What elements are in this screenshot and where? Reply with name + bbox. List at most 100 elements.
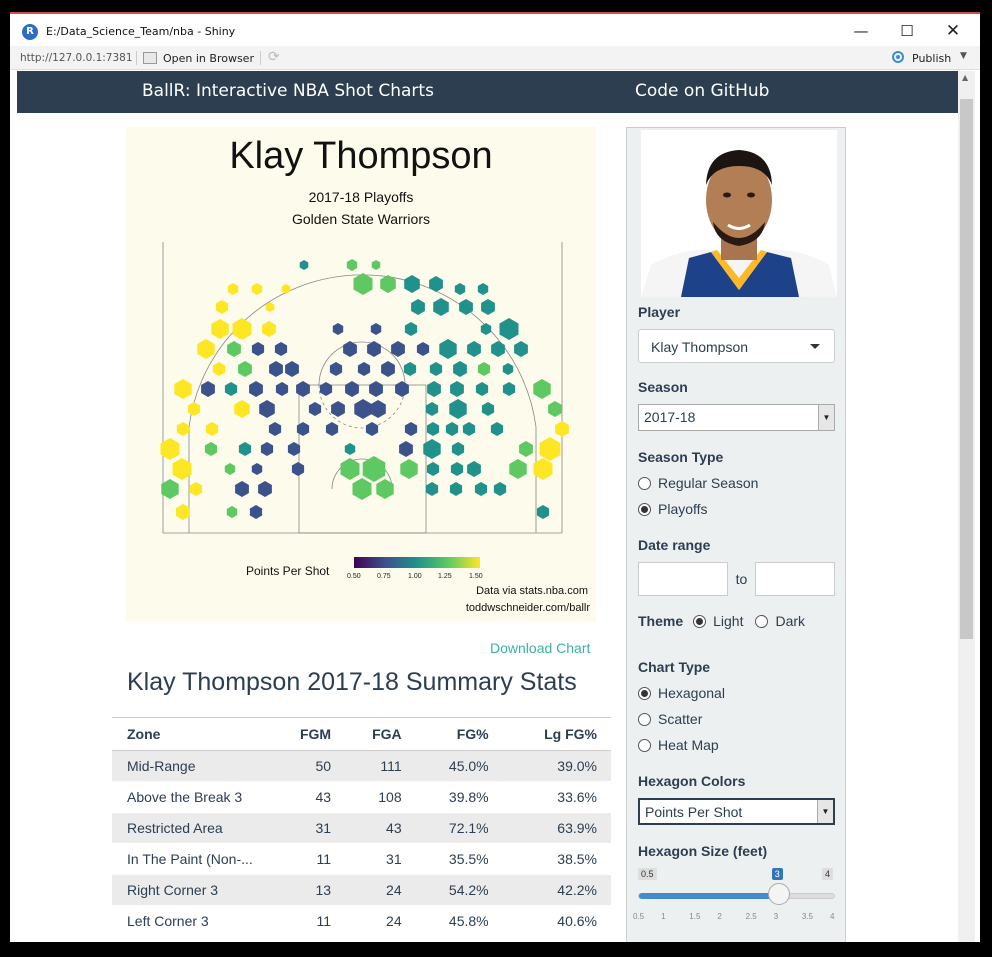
close-button[interactable]: ✕	[936, 20, 970, 42]
shot-hexagon	[477, 283, 489, 295]
download-chart-link[interactable]: Download Chart	[490, 640, 590, 656]
slider-tick-label: 1.5	[689, 912, 701, 921]
navbar-brand[interactable]: BallR: Interactive NBA Shot Charts	[142, 81, 434, 101]
shot-hexagon	[425, 402, 439, 416]
shot-hexagon	[369, 381, 383, 397]
shot-hexagon	[176, 504, 190, 520]
slider-max-label: 4	[822, 868, 834, 880]
table-cell: 33.6%	[502, 781, 611, 813]
table-cell: 39.8%	[415, 781, 503, 813]
table-cell: 72.1%	[415, 812, 503, 844]
shot-hexagon	[474, 482, 488, 496]
shot-hexagon	[450, 462, 464, 476]
shot-hexagon	[362, 456, 386, 482]
chart-type-scatter[interactable]: Scatter	[638, 711, 702, 727]
radio-button[interactable]	[638, 713, 651, 726]
table-cell: 38.5%	[502, 843, 611, 875]
option-label: Heat Map	[658, 737, 719, 753]
shot-hexagon	[477, 362, 491, 376]
open-browser-icon[interactable]	[143, 52, 157, 64]
shot-hexagon	[331, 401, 345, 417]
shot-hexagon	[268, 422, 282, 436]
table-cell: 45.8%	[415, 905, 503, 937]
vertical-scrollbar[interactable]: ▲	[958, 71, 975, 942]
chart-type-heatmap[interactable]: Heat Map	[638, 737, 719, 753]
shot-hexagon	[296, 381, 310, 397]
player-select[interactable]: Klay Thompson	[638, 329, 835, 363]
publish-button[interactable]: Publish	[912, 52, 951, 65]
date-start-input[interactable]	[638, 562, 728, 596]
radio-button-selected[interactable]	[638, 687, 651, 700]
table-cell: 43	[272, 781, 346, 813]
chart-subtitle: 2017-18 Playoffs	[308, 189, 414, 205]
shot-hexagon	[238, 442, 252, 456]
radio-button-selected[interactable]	[638, 503, 651, 516]
shot-hexagon	[548, 401, 562, 417]
date-range-separator: to	[728, 562, 755, 596]
shot-hexagon	[536, 505, 550, 519]
shot-hexagon	[232, 318, 252, 340]
shot-hexagon	[234, 400, 250, 418]
address-text: http://127.0.0.1:7381	[20, 52, 133, 64]
hex-colors-value: Points Per Shot	[645, 804, 743, 820]
table-cell: Above the Break 3	[112, 781, 272, 813]
shot-hexagon	[235, 481, 249, 497]
publish-icon[interactable]	[890, 49, 906, 65]
shot-hexagon	[454, 283, 466, 295]
chevron-down-icon[interactable]: ▼	[960, 51, 967, 61]
slider-value-label: 3	[771, 868, 783, 880]
minimize-button[interactable]: —	[844, 20, 878, 42]
shot-hexagon	[533, 379, 551, 399]
shot-hexagon	[475, 382, 489, 396]
season-select[interactable]: 2017-18 ▼	[638, 404, 835, 431]
hex-size-slider-track[interactable]	[638, 893, 835, 899]
legend-tick: 0.75	[377, 573, 391, 580]
table-cell: 43	[345, 812, 416, 844]
open-in-browser-button[interactable]: Open in Browser	[163, 52, 254, 65]
refresh-icon[interactable]: ⟳	[268, 49, 280, 65]
shot-hexagon	[433, 298, 449, 316]
radio-button[interactable]	[638, 477, 651, 490]
shot-hexagon	[329, 362, 343, 376]
table-row: Right Corner 3 13 24 54.2% 42.2%	[112, 874, 611, 906]
season-type-regular[interactable]: Regular Season	[638, 475, 758, 491]
shot-hexagon	[381, 361, 395, 377]
shot-hexagon	[291, 462, 305, 476]
season-label: Season	[638, 379, 688, 395]
github-link[interactable]: Code on GitHub	[635, 81, 769, 101]
shot-hexagon	[275, 382, 289, 396]
shot-hexagon	[426, 462, 440, 476]
shot-hexagon	[281, 284, 291, 294]
table-cell: 24	[345, 874, 416, 906]
shot-hexagon	[212, 362, 226, 376]
radio-button[interactable]	[638, 739, 651, 752]
hex-size-slider-handle[interactable]	[767, 883, 790, 905]
table-cell: 11	[272, 905, 346, 937]
shot-hexagon	[187, 402, 201, 416]
date-end-input[interactable]	[755, 562, 835, 596]
scroll-thumb[interactable]	[960, 99, 973, 639]
shot-hexagon	[453, 361, 467, 377]
theme-light-label[interactable]: Light	[713, 613, 743, 629]
option-label: Hexagonal	[658, 685, 725, 701]
shot-hexagon	[224, 382, 238, 396]
data-credit: Data via stats.nba.com	[476, 585, 588, 597]
season-type-label: Season Type	[638, 449, 724, 465]
chart-type-hexagonal[interactable]: Hexagonal	[638, 685, 725, 701]
maximize-button[interactable]: ☐	[890, 20, 924, 42]
hex-colors-select[interactable]: Points Per Shot ▼	[638, 798, 835, 825]
radio-button-selected[interactable]	[693, 615, 707, 628]
season-type-playoffs[interactable]: Playoffs	[638, 501, 708, 517]
shot-hexagon	[404, 275, 420, 293]
radio-button[interactable]	[755, 615, 769, 628]
table-cell: 24	[345, 905, 416, 937]
table-cell: 31	[345, 843, 416, 875]
shot-hexagon	[204, 442, 218, 456]
shot-hexagon	[325, 422, 339, 436]
dropdown-arrow-icon: ▼	[818, 405, 834, 430]
column-header: Lg FG%	[502, 717, 611, 751]
scroll-up-icon[interactable]: ▲	[962, 73, 968, 82]
table-cell: 35.5%	[415, 843, 503, 875]
caret-down-icon	[810, 344, 820, 349]
theme-dark-label[interactable]: Dark	[775, 613, 805, 629]
